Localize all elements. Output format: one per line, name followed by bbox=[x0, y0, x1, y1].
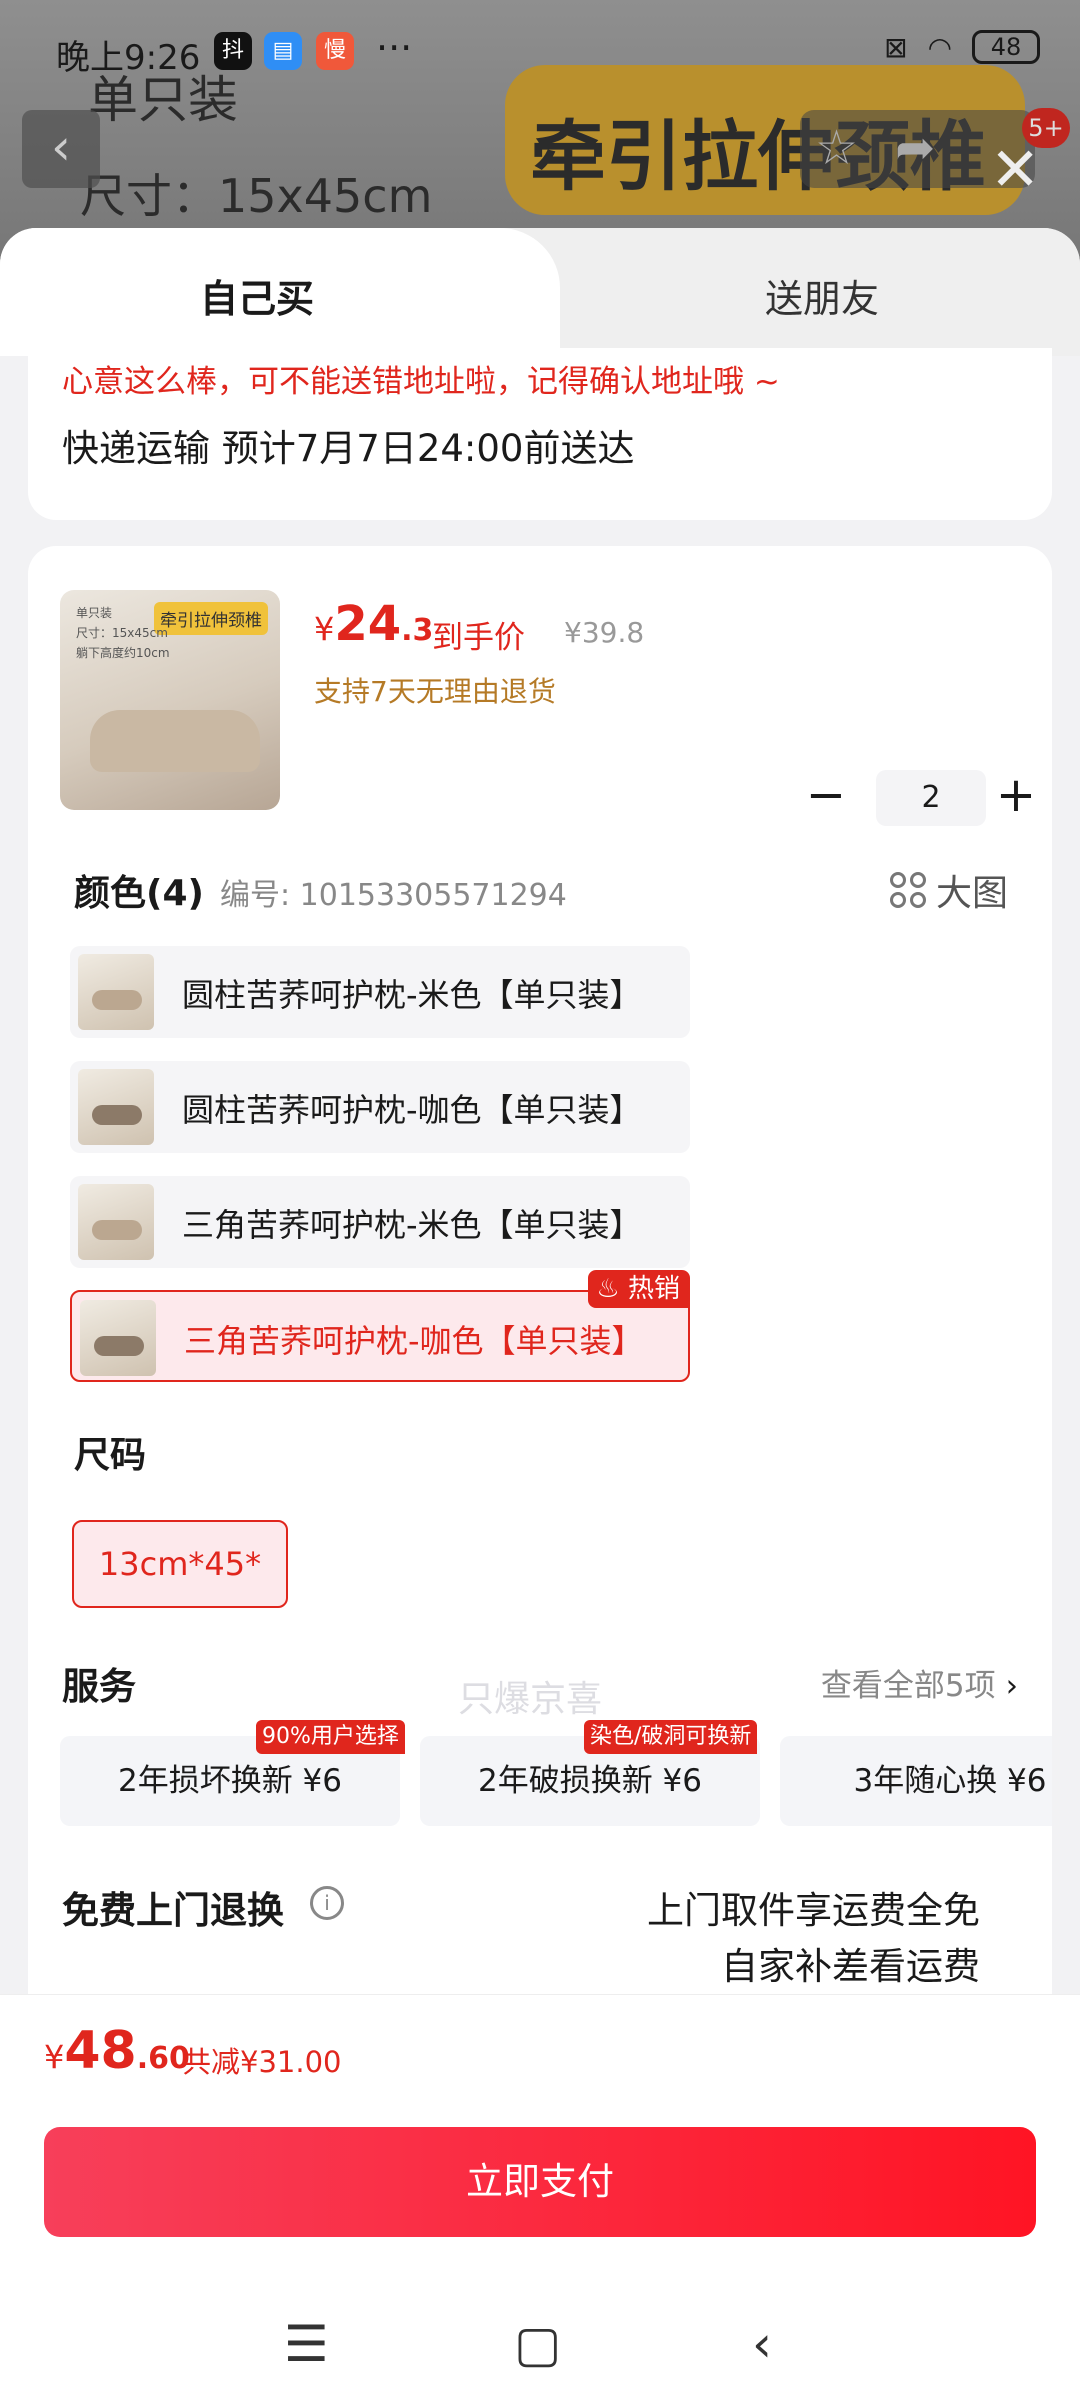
free-return-detail: 自家补差看运费 bbox=[721, 1945, 980, 1988]
mail-icon: ▤ bbox=[264, 32, 302, 70]
size-option-selected[interactable]: 13cm*45* bbox=[72, 1520, 288, 1608]
color-option[interactable]: 圆柱苦荞呵护枕-咖色【单只装】 bbox=[70, 1061, 690, 1153]
checkout-bar: ¥48.60 共减¥31.00 立即支付 ☰ ▢ ‹ bbox=[0, 1994, 1080, 2400]
sim-icon: ⊠ bbox=[884, 30, 908, 64]
menu-icon[interactable]: ☰ bbox=[284, 2315, 329, 2373]
share-icon: ➦ bbox=[895, 120, 936, 176]
tab-self[interactable]: 自己买 bbox=[0, 228, 560, 356]
price-integer: 24 bbox=[334, 596, 402, 652]
option-label: 圆柱苦荞呵护枕-咖色【单只装】 bbox=[182, 1091, 642, 1129]
grid-icon bbox=[889, 872, 926, 908]
service-label: 2年破损换新 ¥6 bbox=[477, 1763, 703, 1799]
big-picture-button[interactable]: 大图 bbox=[889, 864, 1008, 916]
price-decimal: .3 bbox=[401, 613, 434, 648]
tab-self-label: 自己买 bbox=[200, 277, 315, 321]
option-label: 三角苦荞呵护枕-咖色【单只装】 bbox=[184, 1322, 644, 1360]
wifi-icon: ◠ bbox=[927, 30, 952, 64]
free-return-heading: 免费上门退换 bbox=[62, 1889, 284, 1932]
decrease-button[interactable]: − bbox=[796, 768, 856, 828]
battery-icon: 48 bbox=[972, 30, 1040, 64]
product-card: 牵引拉伸颈椎 单只装 尺寸：15x45cm 躺下高度约10cm ¥24.3 到手… bbox=[28, 546, 1052, 1998]
thumbnail-text: 尺寸：15x45cm bbox=[76, 626, 168, 640]
color-option[interactable]: 三角苦荞呵护枕-米色【单只装】 bbox=[70, 1176, 690, 1268]
option-thumbnail bbox=[78, 1184, 154, 1260]
color-option-selected[interactable]: 三角苦荞呵护枕-咖色【单只装】 ♨ 热销 bbox=[70, 1270, 690, 1382]
status-indicators: ⊠ ◠ 48 bbox=[884, 30, 1040, 64]
star-icon: ☆ bbox=[815, 120, 859, 176]
service-label: 3年随心换 ¥6 bbox=[853, 1763, 1047, 1799]
original-price: ¥39.8 bbox=[564, 616, 645, 649]
app-icon: 慢 bbox=[316, 32, 354, 70]
view-all-services-link[interactable]: 查看全部5项 › bbox=[821, 1660, 1018, 1705]
returns-policy: 支持7天无理由退货 bbox=[314, 675, 556, 708]
option-thumbnail bbox=[78, 954, 154, 1030]
status-time: 晚上9:26 bbox=[56, 38, 201, 78]
option-thumbnail bbox=[80, 1300, 156, 1376]
more-icon: ··· bbox=[376, 26, 413, 70]
thumbnail-tag: 牵引拉伸颈椎 bbox=[154, 602, 268, 635]
total-integer: 48 bbox=[64, 2021, 137, 2081]
price-currency: ¥ bbox=[314, 610, 335, 648]
thumbnail-text: 躺下高度约10cm bbox=[76, 646, 170, 660]
services-list: 2年损坏换新 ¥6 2年破损换新 ¥6 3年随心换 ¥6 bbox=[60, 1736, 1052, 1826]
close-icon[interactable]: ✕ bbox=[990, 140, 1040, 200]
flame-icon: ♨ bbox=[596, 1274, 620, 1304]
option-label: 三角苦荞呵护枕-米色【单只装】 bbox=[182, 1206, 642, 1244]
home-icon[interactable]: ▢ bbox=[514, 2315, 561, 2373]
size-heading: 尺码 bbox=[74, 1435, 147, 1476]
total-currency: ¥ bbox=[44, 2038, 65, 2076]
option-label: 圆柱苦荞呵护枕-米色【单只装】 bbox=[182, 976, 642, 1014]
thumbnail-text: 单只装 bbox=[76, 606, 113, 620]
quantity-stepper: − 2 + bbox=[796, 768, 1046, 828]
back-nav-icon[interactable]: ‹ bbox=[752, 2315, 772, 2373]
color-heading: 颜色(4) bbox=[74, 873, 204, 914]
view-all-label: 查看全部5项 bbox=[820, 1668, 996, 1704]
service-label: 2年损坏换新 ¥6 bbox=[117, 1763, 343, 1799]
option-thumbnail bbox=[78, 1069, 154, 1145]
quantity-input[interactable]: 2 bbox=[876, 770, 986, 826]
address-warning: 心意这么棒，可不能送错地址啦，记得确认地址哦 ~ bbox=[62, 364, 780, 400]
tab-bar: 自己买 送朋友 bbox=[0, 228, 1080, 356]
watermark: 只爆京喜 bbox=[458, 1679, 603, 1720]
info-icon[interactable]: i bbox=[310, 1886, 344, 1920]
purchase-sheet: 自己买 送朋友 心意这么棒，可不能送错地址啦，记得确认地址哦 ~ 快递运输 预计… bbox=[0, 228, 1080, 1998]
free-return-detail: 上门取件享运费全免 bbox=[647, 1889, 980, 1932]
address-section[interactable]: 心意这么棒，可不能送错地址啦，记得确认地址哦 ~ 快递运输 预计7月7日24:0… bbox=[28, 348, 1052, 520]
sku-number: 编号: 10153305571294 bbox=[220, 878, 567, 913]
pay-now-button[interactable]: 立即支付 bbox=[44, 2127, 1036, 2237]
color-option[interactable]: 圆柱苦荞呵护枕-米色【单只装】 bbox=[70, 946, 690, 1038]
total-discount: 共减¥31.00 bbox=[182, 2045, 342, 2079]
service-option[interactable]: 3年随心换 ¥6 bbox=[780, 1736, 1052, 1826]
price-label: 到手价 bbox=[432, 620, 525, 656]
background-size: 尺寸：15x45cm bbox=[80, 169, 433, 223]
service-badge: 染色/破洞可换新 bbox=[584, 1720, 758, 1754]
back-icon: ‹ bbox=[22, 110, 100, 188]
service-badge: 90%用户选择 bbox=[256, 1720, 405, 1754]
hot-sale-label: 热销 bbox=[627, 1274, 680, 1304]
system-nav-bar: ☰ ▢ ‹ bbox=[0, 2315, 1080, 2400]
product-thumbnail[interactable]: 牵引拉伸颈椎 单只装 尺寸：15x45cm 躺下高度约10cm bbox=[60, 590, 280, 810]
shipping-estimate: 快递运输 预计7月7日24:00前送达 bbox=[62, 427, 635, 470]
hot-sale-badge: ♨ 热销 bbox=[588, 1270, 690, 1308]
pillow-image bbox=[90, 710, 260, 772]
status-bar: 晚上9:26 抖 ▤ 慢 ··· ⊠ ◠ 48 bbox=[0, 0, 1080, 100]
increase-button[interactable]: + bbox=[986, 768, 1046, 828]
services-heading: 服务 bbox=[62, 1665, 136, 1708]
total-price: ¥48.60 bbox=[44, 2021, 190, 2081]
tiktok-icon: 抖 bbox=[214, 32, 252, 70]
big-picture-label: 大图 bbox=[935, 873, 1008, 914]
tab-gift-label: 送朋友 bbox=[765, 277, 880, 321]
chevron-right-icon: › bbox=[1005, 1668, 1018, 1704]
unit-price: ¥24.3 bbox=[314, 596, 433, 652]
